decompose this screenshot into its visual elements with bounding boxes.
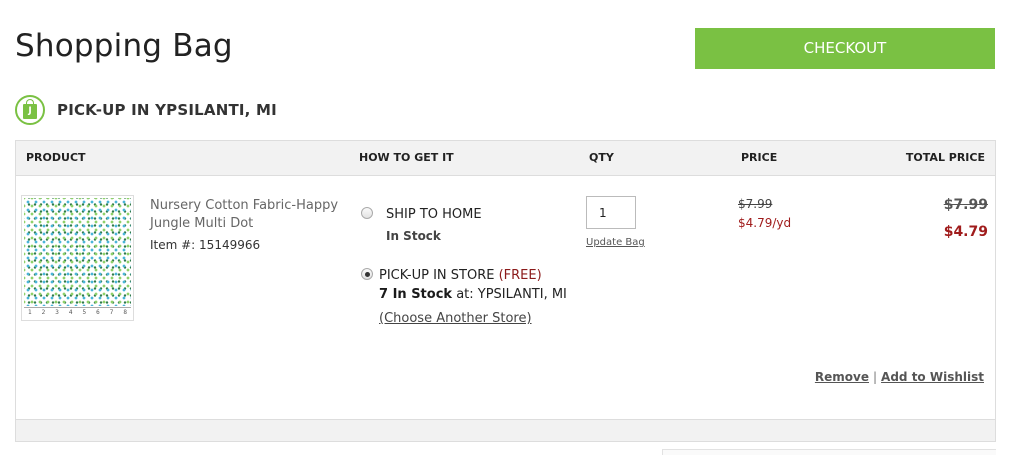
measurement-ruler: 1 2 3 4 5 6 7 8	[24, 307, 131, 317]
fabric-swatch-image	[24, 198, 131, 306]
ruler-mark: 2	[41, 309, 46, 316]
ruler-mark: 5	[82, 309, 87, 316]
item-number: Item #: 15149966	[150, 238, 261, 252]
action-separator: |	[873, 370, 878, 384]
ruler-mark: 1	[28, 309, 32, 316]
column-header-total-price: TOTAL PRICE	[905, 151, 985, 164]
checkout-button[interactable]: CHECKOUT	[695, 28, 995, 69]
item-actions: Remove | Add to Wishlist	[815, 370, 984, 384]
product-thumbnail[interactable]: 1 2 3 4 5 6 7 8	[21, 195, 134, 321]
ruler-mark: 8	[123, 309, 127, 316]
update-bag-link[interactable]: Update Bag	[586, 237, 645, 248]
original-price: $7.99	[738, 197, 773, 211]
cart-table-header: PRODUCT HOW TO GET IT QTY PRICE TOTAL PR…	[16, 141, 995, 176]
pickup-location-title: PICK-UP IN YPSILANTI, MI	[57, 101, 277, 119]
pickup-stock-status: 7 In Stock at: YPSILANTI, MI	[379, 287, 567, 302]
sale-price: $4.79/yd	[738, 216, 792, 230]
ship-stock-status: In Stock	[386, 229, 441, 243]
ship-to-home-label[interactable]: SHIP TO HOME	[386, 207, 482, 222]
page-title: Shopping Bag	[15, 28, 233, 64]
ruler-mark: 7	[109, 309, 114, 316]
product-name-link[interactable]: Nursery Cotton Fabric-Happy Jungle Multi…	[150, 197, 350, 233]
ship-to-home-radio[interactable]	[361, 207, 373, 219]
column-header-product: PRODUCT	[26, 151, 86, 164]
pickup-location-header: J PICK-UP IN YPSILANTI, MI	[15, 95, 277, 125]
add-to-wishlist-link[interactable]: Add to Wishlist	[881, 370, 984, 384]
original-total-price: $7.99	[943, 197, 988, 213]
quantity-input[interactable]	[586, 196, 636, 229]
sale-total-price: $4.79	[943, 224, 988, 240]
remove-link[interactable]: Remove	[815, 370, 869, 384]
column-header-price: PRICE	[741, 151, 778, 164]
pickup-stock-location: at: YPSILANTI, MI	[456, 287, 567, 302]
column-header-qty: QTY	[589, 151, 614, 164]
cart-table: PRODUCT HOW TO GET IT QTY PRICE TOTAL PR…	[15, 140, 996, 442]
bag-icon-letter: J	[23, 99, 37, 119]
cart-item-row: 1 2 3 4 5 6 7 8 Nursery Cotton Fabric-Ha…	[16, 176, 995, 419]
choose-another-store-link[interactable]: (Choose Another Store)	[379, 311, 532, 326]
pickup-in-store-text: PICK-UP IN STORE	[379, 268, 495, 283]
ruler-mark: 4	[68, 309, 73, 316]
pickup-in-store-radio[interactable]	[361, 268, 373, 280]
ruler-mark: 3	[55, 309, 59, 316]
ruler-mark: 6	[96, 309, 100, 316]
order-summary-panel-edge	[662, 449, 996, 455]
free-badge: (FREE)	[498, 268, 542, 283]
pickup-in-store-label[interactable]: PICK-UP IN STORE (FREE)	[379, 268, 542, 283]
shopping-bag-icon: J	[15, 95, 45, 125]
pickup-stock-count: 7 In Stock	[379, 287, 453, 302]
column-header-how-to-get-it: HOW TO GET IT	[359, 151, 454, 164]
cart-table-footer	[16, 419, 995, 441]
